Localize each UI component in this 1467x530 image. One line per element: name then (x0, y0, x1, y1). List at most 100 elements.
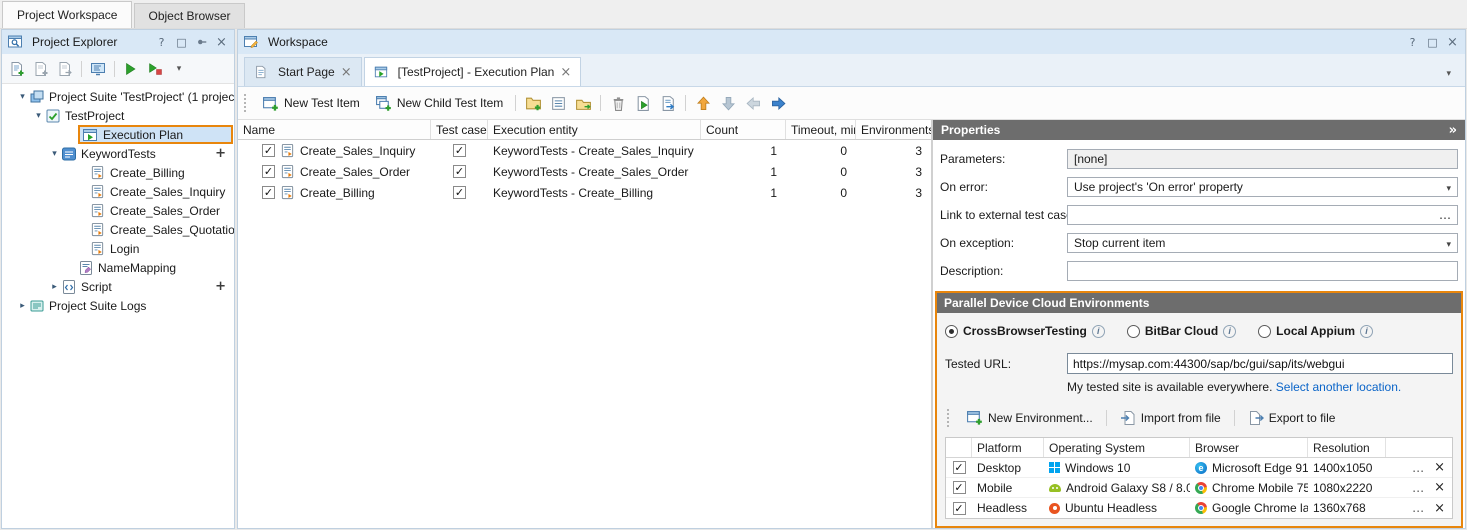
environment-checkbox[interactable] (953, 481, 966, 494)
close-tab-icon[interactable] (341, 65, 352, 80)
delete-row-icon[interactable] (1434, 480, 1445, 495)
move-down-icon[interactable] (717, 92, 739, 114)
column-header-execution-entity[interactable]: Execution entity (488, 120, 701, 139)
help-icon[interactable] (154, 35, 169, 50)
toolbar-grip[interactable] (244, 94, 249, 112)
group-list-icon[interactable] (547, 92, 569, 114)
float-window-icon[interactable] (1425, 35, 1440, 50)
link-external-field[interactable] (1067, 205, 1458, 225)
column-header-resolution[interactable]: Resolution (1308, 438, 1386, 457)
help-icon[interactable] (1405, 35, 1420, 50)
radio-local-appium[interactable]: Local Appium (1258, 324, 1373, 338)
description-field[interactable] (1067, 261, 1458, 281)
chevron-down-icon[interactable] (168, 58, 190, 80)
tree-item-project-suite-logs[interactable]: Project Suite Logs (2, 296, 234, 315)
tree-item-execution-plan[interactable]: Execution Plan (2, 125, 234, 144)
chevron-down-icon[interactable] (32, 111, 45, 121)
chevron-right-icon[interactable] (16, 301, 29, 311)
test-case-checkbox[interactable] (453, 144, 466, 157)
column-header-test-case[interactable]: Test case (431, 120, 488, 139)
tree-item-project-suite[interactable]: Project Suite 'TestProject' (1 project) (2, 87, 234, 106)
parameters-field[interactable]: [none] (1067, 149, 1458, 169)
export-item-icon[interactable] (54, 58, 76, 80)
column-header-platform[interactable]: Platform (972, 438, 1044, 457)
close-icon[interactable] (1445, 35, 1460, 50)
enabled-checkbox[interactable] (262, 144, 275, 157)
radio-bitbar-cloud[interactable]: BitBar Cloud (1127, 324, 1236, 338)
tree-item-create-sales-inquiry[interactable]: Create_Sales_Inquiry (2, 182, 234, 201)
run-test-icon[interactable] (120, 58, 142, 80)
tree-item-login[interactable]: Login (2, 239, 234, 258)
chevron-down-icon[interactable] (1446, 180, 1451, 194)
close-tab-icon[interactable] (560, 65, 571, 80)
environment-checkbox[interactable] (953, 502, 966, 515)
toolbar-grip[interactable] (947, 409, 952, 427)
column-header-environments[interactable]: Environments (856, 120, 931, 139)
tree-item-script[interactable]: Script (2, 277, 234, 296)
move-right-icon[interactable] (767, 92, 789, 114)
tree-item-create-sales-quotation[interactable]: Create_Sales_Quotation (2, 220, 234, 239)
chevron-down-icon[interactable] (1446, 236, 1451, 250)
on-exception-dropdown[interactable]: Stop current item (1067, 233, 1458, 253)
select-location-link[interactable]: Select another location. (1276, 380, 1401, 394)
move-left-icon[interactable] (742, 92, 764, 114)
browse-button[interactable] (1439, 208, 1451, 222)
tab-project-workspace[interactable]: Project Workspace (2, 1, 132, 28)
tree-item-keywordtests[interactable]: KeywordTests (2, 144, 234, 163)
move-to-group-icon[interactable] (572, 92, 594, 114)
info-icon[interactable] (1360, 325, 1373, 338)
environment-row[interactable]: Mobile Android Galaxy S8 / 8.0 Chrome Mo… (946, 478, 1452, 498)
move-up-icon[interactable] (692, 92, 714, 114)
float-window-icon[interactable] (174, 35, 189, 50)
tree-item-create-billing[interactable]: Create_Billing (2, 163, 234, 182)
run-project-suite-icon[interactable] (144, 58, 166, 80)
row-options-button[interactable] (1412, 501, 1424, 515)
table-row[interactable]: Create_Sales_Order KeywordTests - Create… (238, 161, 931, 182)
column-header-timeout[interactable]: Timeout, min (786, 120, 856, 139)
column-header-browser[interactable]: Browser (1190, 438, 1308, 457)
new-child-test-item-button[interactable]: New Child Test Item (369, 92, 509, 115)
test-case-checkbox[interactable] (453, 165, 466, 178)
tab-list-chevron-icon[interactable] (1446, 65, 1459, 79)
add-new-item-icon[interactable] (6, 58, 28, 80)
import-from-file-button[interactable]: Import from file (1114, 407, 1227, 429)
add-existing-item-icon[interactable] (30, 58, 52, 80)
tab-object-browser[interactable]: Object Browser (134, 3, 244, 28)
generate-report-icon[interactable] (657, 92, 679, 114)
table-row[interactable]: Create_Sales_Inquiry KeywordTests - Crea… (238, 140, 931, 161)
tested-url-input[interactable] (1067, 353, 1453, 374)
row-options-button[interactable] (1412, 481, 1424, 495)
object-browser-icon[interactable] (87, 58, 109, 80)
new-environment-button[interactable]: New Environment... (960, 406, 1099, 429)
close-icon[interactable] (214, 35, 229, 50)
enabled-checkbox[interactable] (262, 186, 275, 199)
tree-item-namemapping[interactable]: NameMapping (2, 258, 234, 277)
column-header-name[interactable]: Name (238, 120, 431, 139)
tab-start-page[interactable]: Start Page (244, 57, 362, 86)
column-header-os[interactable]: Operating System (1044, 438, 1190, 457)
new-group-icon[interactable] (522, 92, 544, 114)
pin-icon[interactable] (194, 35, 209, 50)
row-options-button[interactable] (1412, 461, 1424, 475)
on-error-dropdown[interactable]: Use project's 'On error' property (1067, 177, 1458, 197)
export-to-file-button[interactable]: Export to file (1242, 407, 1342, 429)
delete-row-icon[interactable] (1434, 501, 1445, 516)
info-icon[interactable] (1092, 325, 1105, 338)
collapse-panel-icon[interactable] (1449, 123, 1457, 138)
environment-row[interactable]: Headless Ubuntu Headless Google Chrome l… (946, 498, 1452, 518)
test-case-checkbox[interactable] (453, 186, 466, 199)
radio-crossbrowsertesting[interactable]: CrossBrowserTesting (945, 324, 1105, 338)
selected-tree-item[interactable]: Execution Plan (78, 125, 233, 144)
tree-item-testproject[interactable]: TestProject (2, 106, 234, 125)
tree-item-create-sales-order[interactable]: Create_Sales_Order (2, 201, 234, 220)
chevron-down-icon[interactable] (48, 149, 61, 159)
delete-icon[interactable] (607, 92, 629, 114)
chevron-down-icon[interactable] (16, 92, 29, 102)
add-keyword-test-icon[interactable] (215, 146, 226, 161)
info-icon[interactable] (1223, 325, 1236, 338)
environment-checkbox[interactable] (953, 461, 966, 474)
chevron-right-icon[interactable] (48, 282, 61, 292)
new-test-item-button[interactable]: New Test Item (256, 92, 366, 115)
table-row[interactable]: Create_Billing KeywordTests - Create_Bil… (238, 182, 931, 203)
environment-row[interactable]: Desktop Windows 10 Microsoft Edge 91 140… (946, 458, 1452, 478)
